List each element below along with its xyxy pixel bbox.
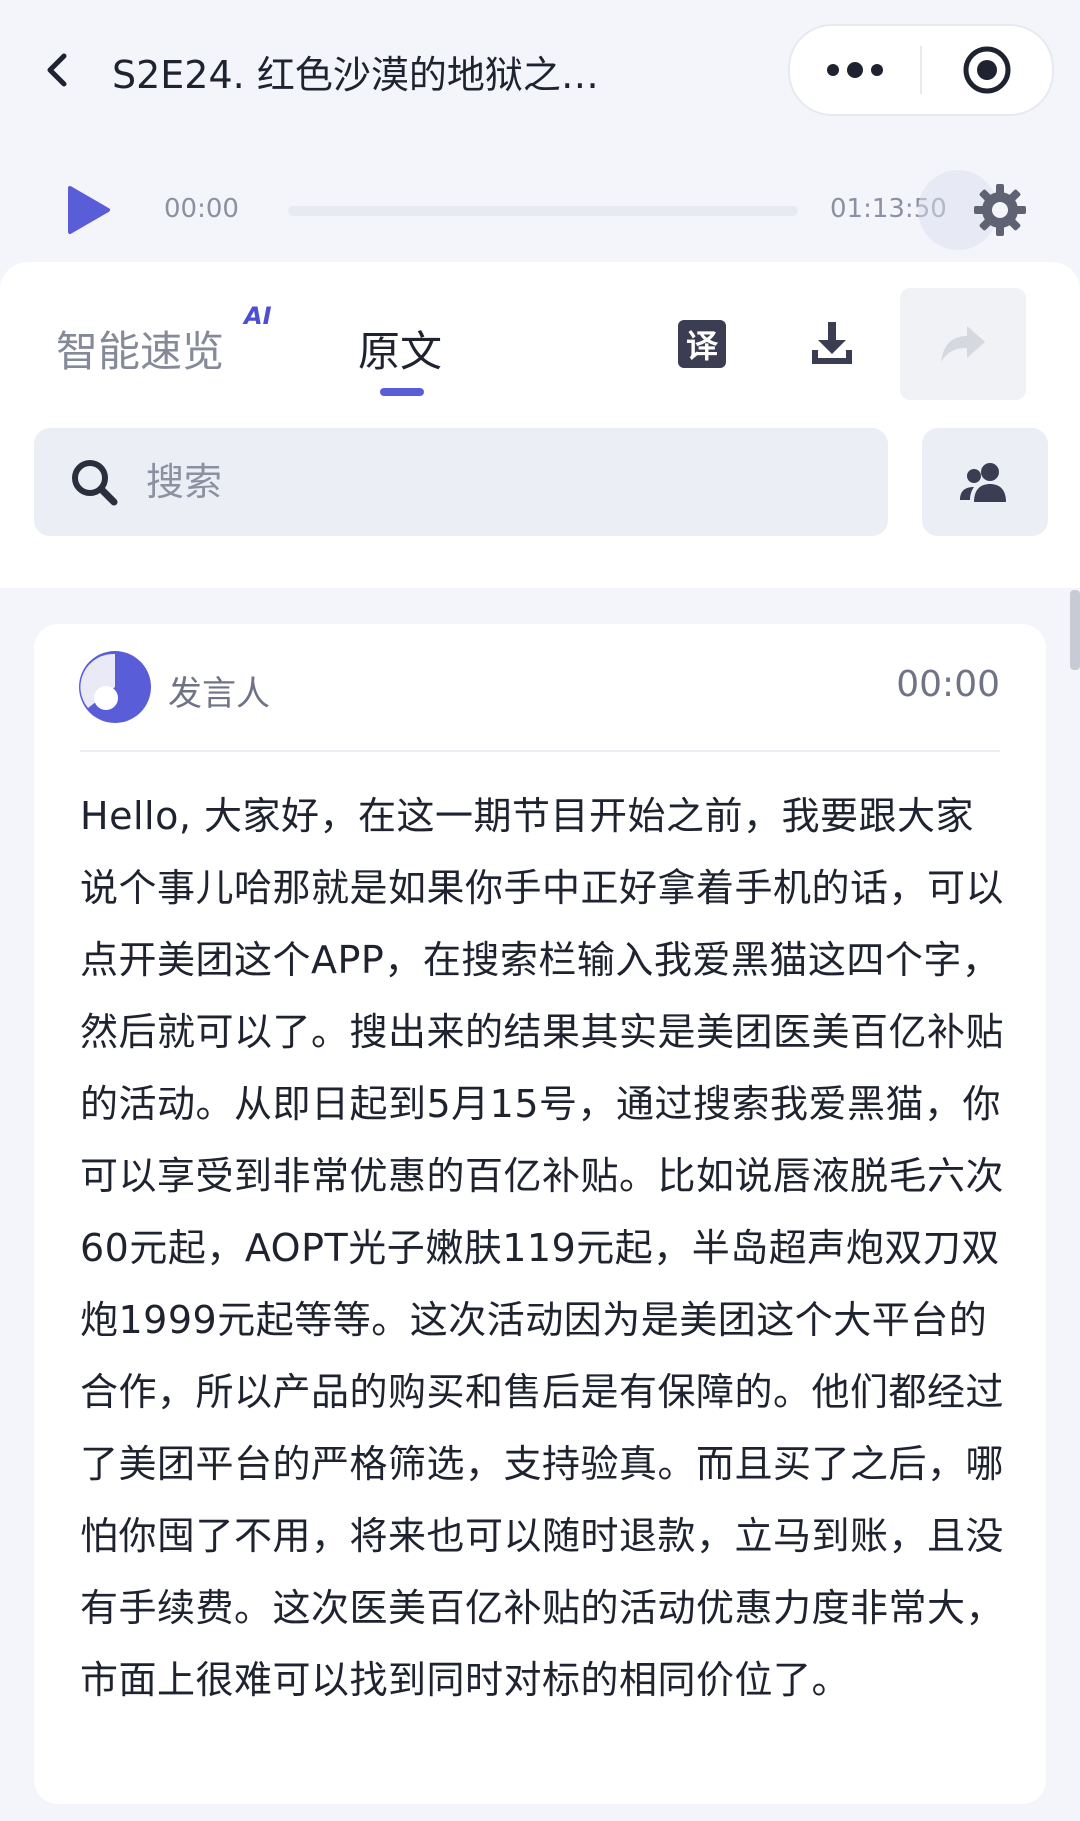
search-icon xyxy=(72,460,118,506)
download-icon xyxy=(812,322,852,364)
ai-badge: AI xyxy=(244,302,272,330)
users-icon xyxy=(960,463,1006,502)
page-title: S2E24. 红色沙漠的地狱之门… xyxy=(112,53,632,97)
current-time: 00:00 xyxy=(164,194,239,224)
more-dots-icon xyxy=(827,62,883,78)
more-button[interactable] xyxy=(790,26,920,114)
scrollbar[interactable] xyxy=(1070,590,1080,670)
progress-slider[interactable] xyxy=(288,206,798,216)
tab-panel: 智能速览 AI 原文 译 xyxy=(0,262,1080,588)
transcript-card: 发言人 00:00 Hello, 大家好，在这一期节目开始之前，我要跟大家说个事… xyxy=(34,624,1046,1804)
play-button[interactable] xyxy=(60,182,116,238)
back-button[interactable] xyxy=(28,40,88,100)
divider xyxy=(80,750,1000,752)
share-arrow-icon xyxy=(941,326,985,362)
translate-icon: 译 xyxy=(685,327,718,365)
active-tab-indicator xyxy=(380,388,424,396)
top-bar: S2E24. 红色沙漠的地狱之门… xyxy=(0,0,1080,150)
speaker-name: 发言人 xyxy=(168,674,270,714)
tab-smart-overview[interactable]: 智能速览 xyxy=(56,318,224,379)
search-bar[interactable] xyxy=(34,428,888,536)
chevron-left-icon xyxy=(47,53,67,87)
tab-original-text[interactable]: 原文 xyxy=(358,318,442,379)
search-input[interactable] xyxy=(144,459,828,505)
avatar xyxy=(79,651,151,723)
translate-button[interactable]: 译 xyxy=(678,320,726,368)
gear-icon xyxy=(974,184,1026,236)
transcript-text: Hello, 大家好，在这一期节目开始之前，我要跟大家说个事儿哈那就是如果你手中… xyxy=(80,794,1005,1702)
segment-timestamp[interactable]: 00:00 xyxy=(896,664,1000,705)
mini-program-capsule xyxy=(788,24,1054,116)
play-icon xyxy=(68,186,110,234)
share-button[interactable] xyxy=(900,288,1026,400)
speaker-filter-button[interactable] xyxy=(922,428,1048,536)
audio-player: 00:00 01:13:50 xyxy=(0,160,1080,260)
page: S2E24. 红色沙漠的地狱之门… 00:00 01:13:50 智能速览 AI… xyxy=(0,0,1080,1821)
download-button[interactable] xyxy=(806,318,858,370)
target-circle-icon xyxy=(963,46,1011,94)
settings-button[interactable] xyxy=(970,180,1030,240)
close-miniprogram-button[interactable] xyxy=(922,26,1052,114)
